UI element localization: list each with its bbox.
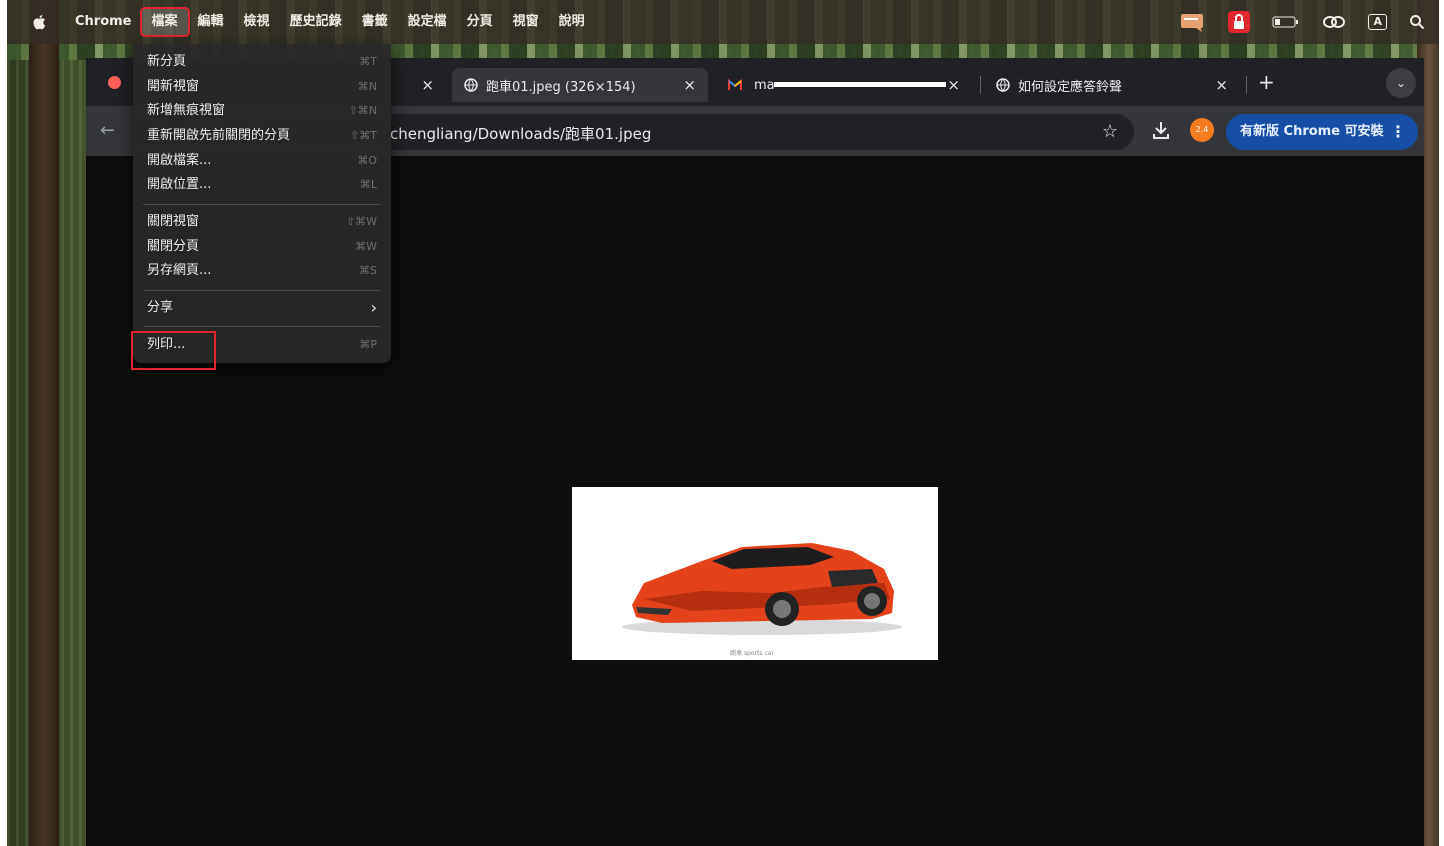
gmail-icon (728, 78, 742, 90)
tab-title: 跑車01.jpeg (326×154) (486, 79, 636, 95)
back-arrow-icon[interactable]: ← (100, 120, 115, 141)
update-chrome-button[interactable]: 有新版 Chrome 可安裝 ⋮ (1226, 114, 1418, 150)
tab-title: ma (754, 77, 775, 93)
tab-separator (980, 76, 981, 94)
notes-icon[interactable] (1180, 12, 1206, 32)
menu-item-open-location[interactable]: 開啟位置... ⌘L (147, 174, 377, 196)
more-menu-icon[interactable]: ⋮ (1390, 114, 1406, 150)
close-tab-icon[interactable]: × (683, 76, 696, 94)
menu-app-name[interactable]: Chrome (65, 9, 142, 35)
close-window-button[interactable] (108, 76, 121, 89)
download-icon[interactable] (1152, 120, 1170, 140)
menu-item-close-window[interactable]: 關閉視窗 ⇧⌘W (147, 211, 377, 233)
bookmark-star-icon[interactable]: ☆ (1102, 121, 1118, 142)
menu-profiles[interactable]: 設定檔 (398, 9, 457, 35)
tree-trunk (29, 0, 59, 846)
tab-search-button[interactable]: ⌄ (1386, 68, 1416, 98)
menu-view[interactable]: 檢視 (234, 9, 280, 35)
url-text[interactable]: chengliang/Downloads/跑車01.jpeg (390, 123, 651, 144)
tab-separator (1246, 76, 1247, 94)
menu-separator (143, 204, 381, 205)
menu-edit[interactable]: 編輯 (188, 9, 234, 35)
lock-icon[interactable] (1228, 11, 1251, 33)
tab-gmail[interactable]: ma × (716, 68, 972, 102)
menu-help[interactable]: 說明 (549, 9, 595, 35)
link-icon[interactable] (1322, 14, 1346, 30)
menu-item-reopen-tab[interactable]: 重新開啟先前關閉的分頁 ⇧⌘T (147, 125, 377, 147)
menu-item-new-window[interactable]: 開新視窗 ⌘N (147, 76, 377, 98)
profile-avatar[interactable]: 2.4 (1190, 118, 1214, 142)
apple-icon[interactable] (31, 13, 49, 31)
print-highlight-box (131, 331, 216, 370)
menu-file[interactable]: 檔案 (139, 7, 190, 37)
menu-bar: Chrome 檔案 編輯 檢視 歷史記錄 書籤 設定檔 分頁 視窗 說明 A (7, 0, 1439, 44)
close-tab-icon[interactable]: × (1215, 76, 1228, 94)
menu-separator (143, 326, 381, 327)
menu-history[interactable]: 歷史記錄 (280, 9, 352, 35)
chevron-right-icon: › (370, 298, 377, 317)
menu-separator (143, 290, 381, 291)
menu-item-close-tab[interactable]: 關閉分頁 ⌘W (147, 236, 377, 258)
tab-ringtone[interactable]: 如何設定應答鈴聲 × (984, 68, 1240, 102)
status-area: A (1180, 0, 1425, 44)
menu-item-new-tab[interactable]: 新分頁 ⌘T (147, 51, 377, 73)
input-method-icon[interactable]: A (1368, 14, 1387, 30)
update-label: 有新版 Chrome 可安裝 (1240, 124, 1384, 139)
new-tab-button[interactable]: + (1258, 70, 1275, 94)
globe-icon (996, 78, 1010, 92)
menu-bookmarks[interactable]: 書籤 (352, 9, 398, 35)
image-caption: 跑車 sports car (730, 649, 774, 657)
menu-window[interactable]: 視窗 (503, 9, 549, 35)
file-menu-dropdown: 新分頁 ⌘T 開新視窗 ⌘N 新增無痕視窗 ⇧⌘N 重新開啟先前關閉的分頁 ⇧⌘T 開啟… (133, 44, 391, 363)
tab-title: 如何設定應答鈴聲 (1018, 79, 1123, 95)
tab-image[interactable]: 跑車01.jpeg (326×154) × (452, 68, 708, 102)
battery-icon[interactable] (1272, 15, 1300, 29)
menu-item-save-page[interactable]: 另存網頁... ⌘S (147, 260, 377, 282)
menu-tab[interactable]: 分頁 (457, 9, 503, 35)
search-icon[interactable] (1409, 14, 1425, 30)
menu-item-share[interactable]: 分享 › (147, 297, 377, 319)
redaction-bar (774, 82, 946, 87)
image-viewer: 跑車 sports car (572, 487, 938, 660)
close-tab-icon[interactable]: × (421, 76, 434, 94)
menu-item-open-file[interactable]: 開啟檔案... ⌘O (147, 150, 377, 172)
menu-item-new-incognito[interactable]: 新增無痕視窗 ⇧⌘N (147, 100, 377, 122)
close-tab-icon[interactable]: × (947, 76, 960, 94)
globe-icon (464, 78, 478, 92)
sports-car-image: 跑車 sports car (622, 543, 902, 657)
